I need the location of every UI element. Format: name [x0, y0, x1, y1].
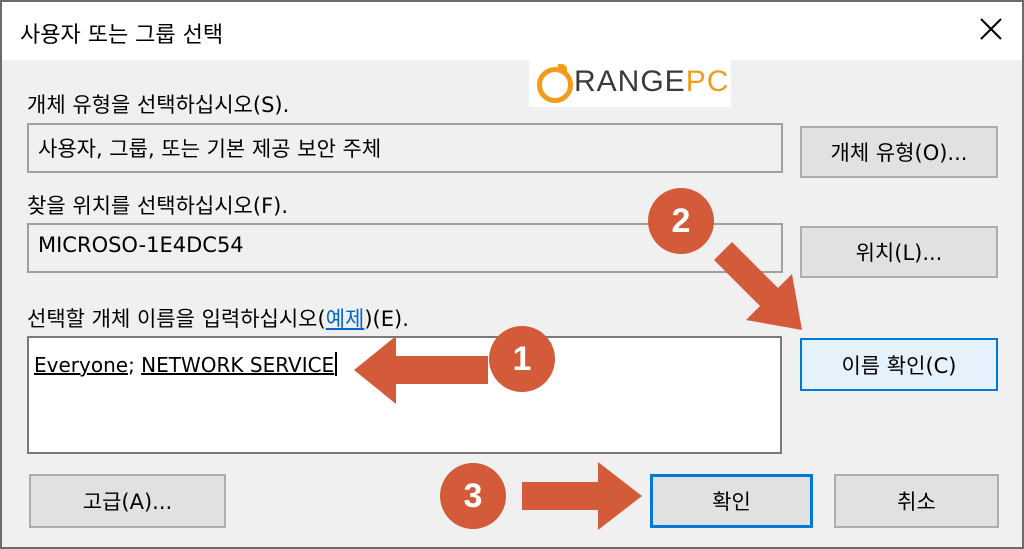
annotation-arrow-1-icon [354, 336, 488, 404]
annotation-step-3: 3 [440, 463, 506, 529]
object-types-button[interactable]: 개체 유형(O)... [800, 126, 998, 178]
object-names-label: 선택할 개체 이름을 입력하십시오(예제)(E). [27, 303, 409, 333]
object-names-label-prefix: 선택할 개체 이름을 입력하십시오( [27, 307, 326, 331]
resolved-name-network-service: NETWORK SERVICE [141, 353, 335, 377]
annotation-arrow-3-icon [522, 462, 642, 530]
window-title: 사용자 또는 그룹 선택 [20, 23, 224, 48]
locations-button[interactable]: 위치(L)... [800, 226, 998, 278]
name-separator: ; [128, 353, 142, 377]
location-label: 찾을 위치를 선택하십시오(F). [27, 194, 289, 218]
ok-button[interactable]: 확인 [650, 474, 813, 528]
title-bar: 사용자 또는 그룹 선택 [2, 2, 1022, 60]
orangepc-logo: RANGEPC [529, 60, 731, 107]
examples-link[interactable]: 예제 [326, 307, 365, 331]
logo-text-accent: PC [685, 65, 730, 98]
advanced-button[interactable]: 고급(A)... [29, 474, 226, 528]
object-names-label-suffix: )(E). [364, 307, 409, 331]
annotation-arrow-2-icon [714, 242, 802, 330]
text-caret [335, 352, 338, 376]
close-icon[interactable] [978, 14, 1004, 44]
resolved-name-everyone: Everyone [34, 353, 129, 377]
object-type-field: 사용자, 그룹, 또는 기본 제공 보안 주체 [27, 123, 783, 173]
logo-text-main: RANGE [574, 65, 686, 98]
annotation-step-1: 1 [489, 326, 555, 392]
logo-o-ring [537, 67, 573, 103]
check-names-button[interactable]: 이름 확인(C) [800, 338, 998, 391]
dialog-window: 사용자 또는 그룹 선택 RANGEPC 개체 유형을 선택하십시오(S). 사… [0, 0, 1024, 549]
cancel-button[interactable]: 취소 [834, 474, 999, 528]
annotation-step-2: 2 [648, 188, 714, 254]
logo-leaf [558, 64, 567, 73]
object-type-label: 개체 유형을 선택하십시오(S). [27, 93, 290, 117]
